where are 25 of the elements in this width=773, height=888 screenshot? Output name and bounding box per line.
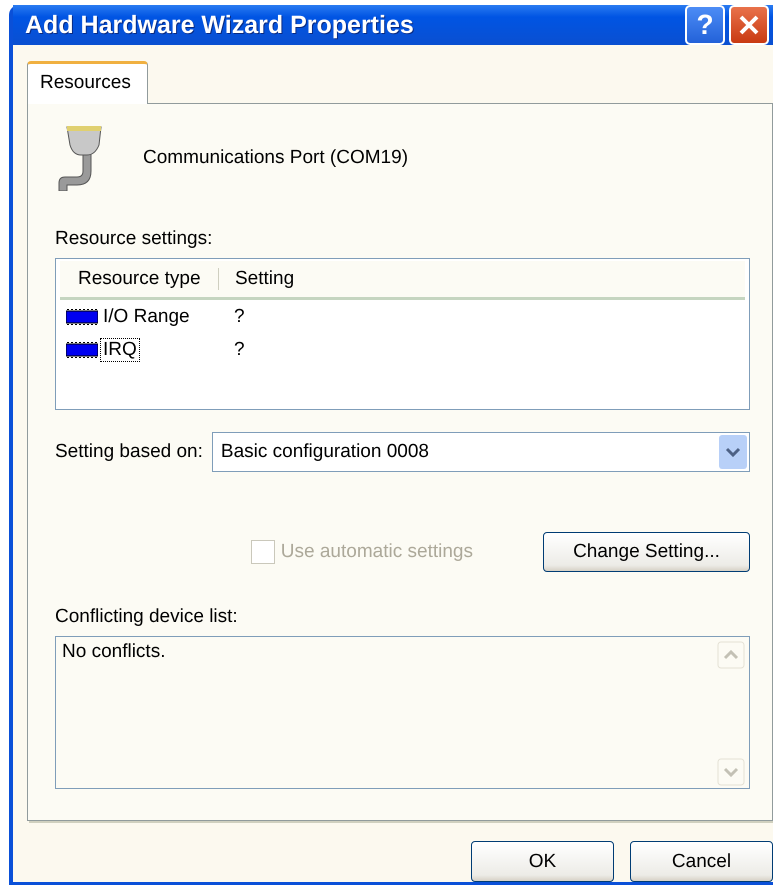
dropdown-value: Basic configuration 0008 [220,441,429,463]
chip-icon [66,342,98,358]
chip-icon [66,308,98,324]
conflict-text: No conflicts. [62,641,166,664]
table-cell: ? [234,338,245,360]
close-button[interactable] [729,5,769,45]
window-title: Add Hardware Wizard Properties [25,10,414,40]
configuration-dropdown[interactable]: Basic configuration 0008 [212,432,750,472]
scroll-up-icon [717,641,745,669]
cancel-button[interactable]: Cancel [630,841,773,882]
field-label: Resource settings: [55,228,214,250]
column-header[interactable]: Setting [219,268,294,290]
close-icon [738,14,760,36]
table-cell[interactable]: I/O Range [100,304,193,328]
change-setting-button[interactable]: Change Setting... [543,532,750,572]
field-label: Conflicting device list: [55,606,239,628]
help-button[interactable]: ? [685,5,725,45]
table-cell: ? [234,306,245,328]
ok-button[interactable]: OK [471,841,614,882]
tab[interactable]: Resources [27,61,148,104]
device-name: Communications Port (COM19) [143,147,408,169]
column-header[interactable]: Resource type [60,268,219,290]
scroll-down-icon [717,758,745,786]
table-cell[interactable]: IRQ [100,338,140,362]
field-label: Setting based on: [55,441,203,463]
